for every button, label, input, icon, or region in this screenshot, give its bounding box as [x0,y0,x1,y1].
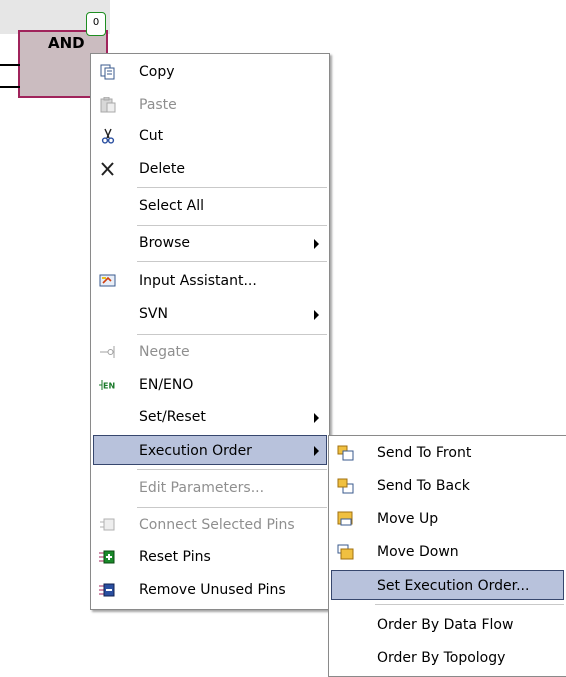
send-to-front-icon [337,445,355,461]
menu-item-label: Send To Back [377,478,470,494]
submenu-item-order-by-topology[interactable]: Order By Topology [331,643,564,673]
execution-order-badge: 0 [86,12,106,36]
menu-item-reset-pins[interactable]: Reset Pins [93,542,327,572]
menu-item-label: Delete [139,161,185,177]
submenu-item-send-to-front[interactable]: Send To Front [331,438,564,468]
execution-order-submenu: Send To Front Send To Back Move Up Move … [328,435,566,677]
copy-icon [99,64,117,80]
menu-item-label: Order By Topology [377,650,506,666]
menu-item-label: Order By Data Flow [377,617,514,633]
menu-item-label: Remove Unused Pins [139,582,286,598]
connect-pins-icon [99,517,117,533]
menu-item-label: Browse [139,235,190,251]
submenu-item-order-by-data-flow[interactable]: Order By Data Flow [331,610,564,640]
svg-text:EN: EN [103,382,115,391]
menu-item-set-reset[interactable]: Set/Reset [93,402,327,432]
menu-item-input-assistant[interactable]: Input Assistant... [93,266,327,296]
menu-item-cut[interactable]: Cut [93,121,327,151]
submenu-arrow-icon [314,239,319,249]
delete-icon [99,161,117,177]
block-title: AND [48,34,85,52]
menu-separator [375,604,564,605]
menu-item-delete[interactable]: Delete [93,154,327,184]
menu-item-en-eno[interactable]: EN EN/ENO [93,370,327,400]
menu-separator [137,261,327,262]
menu-item-label: Select All [139,198,204,214]
menu-item-label: Send To Front [377,445,472,461]
menu-separator [137,469,327,470]
submenu-item-move-up[interactable]: Move Up [331,504,564,534]
menu-item-label: Paste [139,97,177,113]
submenu-item-move-down[interactable]: Move Down [331,537,564,567]
menu-item-label: Move Down [377,544,459,560]
move-down-icon [337,544,355,560]
send-to-back-icon [337,478,355,494]
input-assistant-icon [99,273,117,289]
en-eno-icon: EN [99,377,117,393]
menu-item-remove-unused-pins[interactable]: Remove Unused Pins [93,575,327,605]
menu-item-edit-parameters[interactable]: Edit Parameters... [93,473,327,503]
menu-separator [137,225,327,226]
submenu-arrow-icon [314,310,319,320]
menu-item-execution-order[interactable]: Execution Order [93,435,327,465]
menu-item-label: Move Up [377,511,439,527]
remove-pins-icon [99,582,117,598]
menu-item-svn[interactable]: SVN [93,299,327,329]
menu-item-select-all[interactable]: Select All [93,191,327,221]
submenu-arrow-icon [314,413,319,423]
menu-item-label: SVN [139,306,168,322]
menu-item-label: Set Execution Order... [377,578,530,594]
menu-item-label: Edit Parameters... [139,480,265,496]
menu-separator [137,334,327,335]
menu-item-copy[interactable]: Copy [93,57,327,87]
menu-item-browse[interactable]: Browse [93,228,327,258]
menu-separator [137,507,327,508]
menu-item-label: Connect Selected Pins [139,517,295,533]
menu-separator [137,187,327,188]
menu-item-label: Input Assistant... [139,273,257,289]
menu-item-paste[interactable]: Paste [93,90,327,120]
menu-item-label: Copy [139,64,175,80]
context-menu: Copy Paste Cut Delete Select All Browse … [90,53,330,610]
menu-item-negate[interactable]: Negate [93,337,327,367]
menu-item-label: Reset Pins [139,549,211,565]
input-pin-1[interactable] [0,64,20,66]
cut-icon [99,128,117,144]
submenu-item-send-to-back[interactable]: Send To Back [331,471,564,501]
menu-item-label: EN/ENO [139,377,194,393]
menu-item-label: Execution Order [139,443,252,459]
reset-pins-icon [99,549,117,565]
move-up-icon [337,511,355,527]
menu-item-label: Cut [139,128,164,144]
menu-item-connect-selected-pins[interactable]: Connect Selected Pins [93,510,327,540]
submenu-arrow-icon [314,446,319,456]
submenu-item-set-execution-order[interactable]: Set Execution Order... [331,570,564,600]
menu-item-label: Set/Reset [139,409,206,425]
input-pin-2[interactable] [0,86,20,88]
paste-icon [99,96,117,113]
negate-icon [99,344,117,360]
menu-item-label: Negate [139,344,190,360]
